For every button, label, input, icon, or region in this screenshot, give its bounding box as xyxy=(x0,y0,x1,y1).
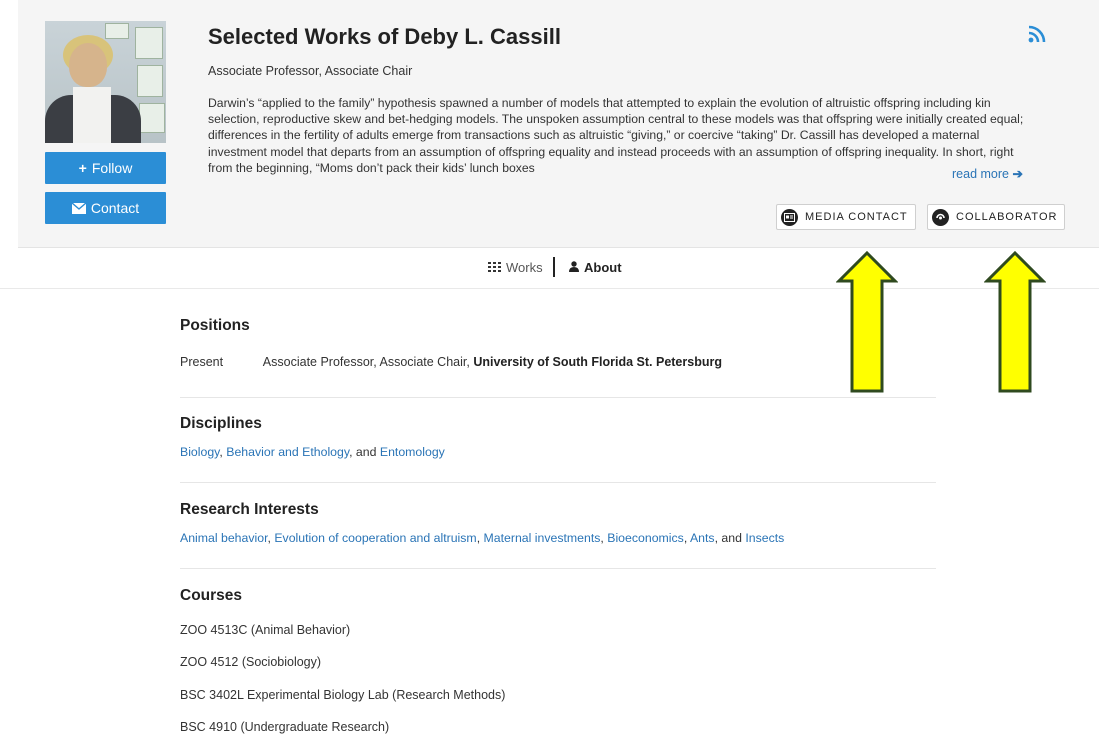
discipline-link[interactable]: Behavior and Ethology xyxy=(226,445,349,459)
profile-tabs: Works About xyxy=(0,248,1099,289)
research-list: Animal behavior, Evolution of cooperatio… xyxy=(180,531,936,545)
position-period: Present xyxy=(180,355,224,369)
research-link[interactable]: Animal behavior xyxy=(180,531,268,545)
research-link[interactable]: Bioeconomics xyxy=(607,531,684,545)
course-item: ZOO 4513C (Animal Behavior) xyxy=(180,623,351,637)
media-contact-badge[interactable]: MEDIA CONTACT xyxy=(776,204,916,230)
arrow-right-icon: ➔ xyxy=(1012,167,1023,181)
list-separator: , and xyxy=(349,445,380,459)
plus-icon: + xyxy=(78,160,87,176)
profile-photo xyxy=(45,21,166,143)
profile-subtitle: Associate Professor, Associate Chair xyxy=(208,64,413,78)
collaborator-badge[interactable]: COLLABORATOR xyxy=(927,204,1066,230)
envelope-icon xyxy=(71,202,86,214)
rss-icon[interactable] xyxy=(1027,24,1047,44)
read-more-link[interactable]: read more ➔ xyxy=(952,166,1023,181)
follow-label: Follow xyxy=(91,160,133,176)
follow-button[interactable]: + Follow xyxy=(45,152,166,184)
tab-divider xyxy=(553,257,555,277)
course-item: BSC 3402L Experimental Biology Lab (Rese… xyxy=(180,688,506,702)
list-separator: , and xyxy=(714,531,746,545)
annotation-arrow-icon xyxy=(984,251,1046,393)
tab-about-label: About xyxy=(584,260,622,275)
course-item: ZOO 4512 (Sociobiology) xyxy=(180,655,322,669)
tab-about[interactable]: About xyxy=(569,260,622,275)
research-link[interactable]: Insects xyxy=(745,531,784,545)
tab-works-label: Works xyxy=(506,260,543,275)
media-contact-label: MEDIA CONTACT xyxy=(805,211,908,223)
disciplines-heading: Disciplines xyxy=(180,415,262,432)
swirl-icon xyxy=(932,208,949,226)
research-link[interactable]: Evolution of cooperation and altruism xyxy=(274,531,476,545)
course-item: BSC 4910 (Undergraduate Research) xyxy=(180,720,390,734)
page-title: Selected Works of Deby L. Cassill xyxy=(208,24,561,49)
contact-label: Contact xyxy=(90,200,140,216)
courses-heading: Courses xyxy=(180,587,243,604)
list-separator: , xyxy=(476,531,484,545)
position-row: Present Associate Professor, Associate C… xyxy=(180,355,936,369)
discipline-link[interactable]: Biology xyxy=(180,445,219,459)
grid-icon xyxy=(488,260,501,275)
research-link[interactable]: Ants xyxy=(690,531,715,545)
annotation-arrow-icon xyxy=(836,251,898,393)
user-icon xyxy=(569,260,579,275)
discipline-link[interactable]: Entomology xyxy=(380,445,445,459)
collaborator-label: COLLABORATOR xyxy=(956,211,1058,223)
position-org-link[interactable]: University of South Florida St. Petersbu… xyxy=(473,355,722,369)
section-divider xyxy=(180,568,936,569)
positions-section: Positions Present Associate Professor, A… xyxy=(180,317,936,369)
id-card-icon xyxy=(781,208,798,226)
tab-works[interactable]: Works xyxy=(488,260,543,275)
research-heading: Research Interests xyxy=(180,501,319,518)
research-link[interactable]: Maternal investments xyxy=(484,531,601,545)
section-divider xyxy=(180,397,936,398)
research-section: Research Interests Animal behavior, Evol… xyxy=(180,501,936,545)
positions-heading: Positions xyxy=(180,317,250,334)
disciplines-section: Disciplines Biology, Behavior and Etholo… xyxy=(180,415,936,459)
bio-fade xyxy=(760,164,960,181)
contact-button[interactable]: Contact xyxy=(45,192,166,224)
read-more-label: read more xyxy=(952,167,1009,181)
courses-section: Courses ZOO 4513C (Animal Behavior) ZOO … xyxy=(180,587,936,734)
position-role: Associate Professor, Associate Chair, xyxy=(262,355,470,369)
disciplines-list: Biology, Behavior and Ethology, and Ento… xyxy=(180,445,936,459)
section-divider xyxy=(180,482,936,483)
